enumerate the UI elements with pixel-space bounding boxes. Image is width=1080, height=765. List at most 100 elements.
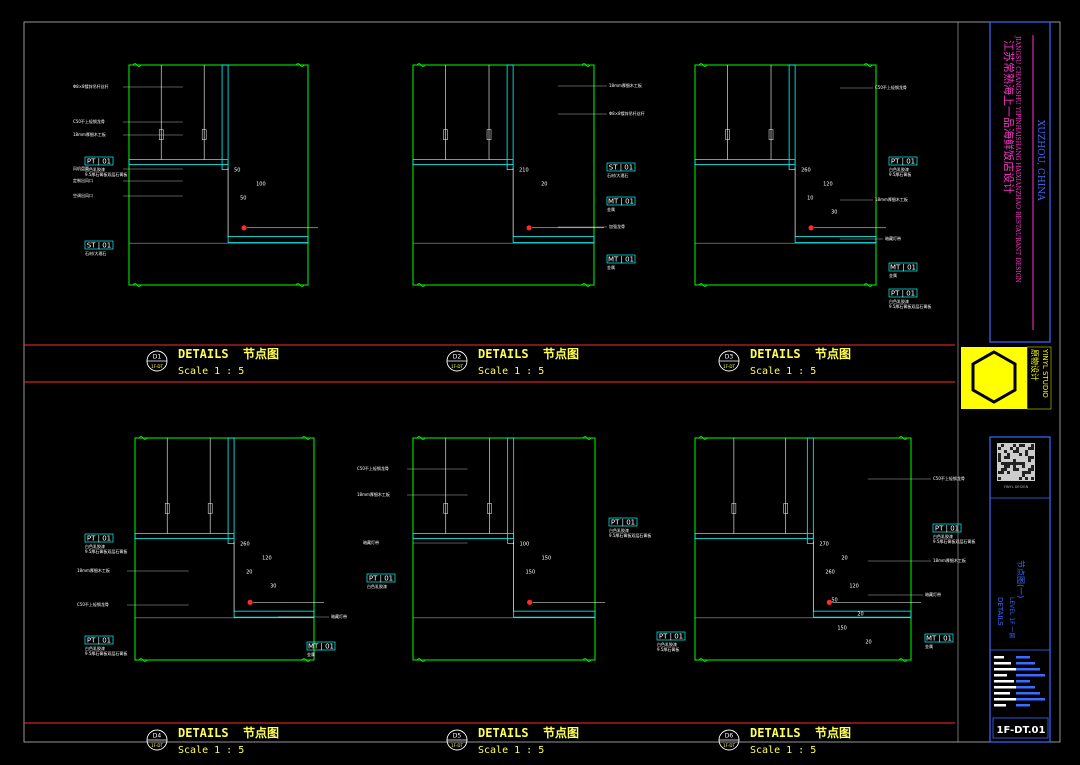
detail-title: DETAILS (178, 347, 229, 361)
material-tag: MT | 01金属 (606, 196, 636, 212)
dimension-label: 20 (246, 569, 252, 575)
svg-text:1F-DT: 1F-DT (723, 364, 735, 369)
qr-caption: YINYL DESIGN (1004, 485, 1029, 489)
svg-text:1F-DT: 1F-DT (451, 364, 463, 369)
detail-title-cn: 节点图 (243, 725, 279, 740)
material-tag: ST | 01石材/大理石 (84, 240, 114, 256)
detail-title: DETAILS (478, 726, 529, 740)
annotation-note: 18mm厚细木工板 (77, 567, 110, 573)
svg-text:D2: D2 (453, 354, 462, 361)
panel-frame (128, 64, 309, 286)
svg-text:PT | 01: PT | 01 (935, 524, 959, 532)
annotation-note: 18mm厚细木工板 (875, 196, 908, 202)
annotation-note: 加强龙骨 (609, 223, 625, 229)
dimension-label: 260 (825, 569, 835, 575)
svg-text:D5: D5 (453, 733, 462, 740)
light-strip-icon (247, 599, 253, 605)
material-tag: ST | 01石材/大理石 (606, 162, 636, 178)
annotation-note: 暗藏灯带 (885, 235, 901, 241)
dimension-label: 20 (857, 611, 863, 617)
dimension-label: 10 (807, 196, 813, 202)
dimension-label: 260 (240, 541, 250, 547)
light-strip-icon (527, 599, 533, 605)
material-tag: PT | 01白色乳胶漆9.5厚石膏板双层石膏板 (84, 533, 127, 554)
detail-title: DETAILS (478, 347, 529, 361)
detail-scale: Scale 1 : 5 (478, 366, 544, 377)
detail-caption-d2: D2 1F-DT DETAILS 节点图 Scale 1 : 5 (446, 346, 579, 377)
sheet-number: 1F-DT.01 (997, 725, 1046, 736)
material-tag: PT | 01白色乳胶漆9.5厚石膏板双层石膏板 (932, 523, 975, 544)
svg-text:ST | 01: ST | 01 (609, 163, 633, 171)
material-tag: PT | 01白色乳胶漆9.5厚石膏板 (888, 156, 918, 177)
detail-caption-d5: D5 1F-DT DETAILS 节点图 Scale 1 : 5 (446, 725, 579, 756)
dimension-label: 270 (819, 541, 829, 547)
detail-panel-d1: 50 100 50 Φ8×8镀锌吊杆丝杆 C50不上轻钢龙骨 18mm厚细木工板定制出风口… (73, 63, 318, 287)
detail-title: DETAILS (750, 726, 801, 740)
annotation-note: 18mm厚细木工板 (933, 557, 966, 563)
svg-text:1F-DT: 1F-DT (151, 743, 163, 748)
svg-text:PT | 01: PT | 01 (87, 534, 111, 542)
sheet-name-en: DETAILS (996, 597, 1004, 626)
dimension-label: 260 (801, 168, 811, 174)
detail-caption-d6: D6 1F-DT DETAILS 节点图 Scale 1 : 5 (718, 725, 851, 756)
detail-panel-d3: 260 120 10 30 C50不上轻钢龙骨 18mm厚细木工板暗藏灯带 PT | 01白… (694, 63, 931, 309)
detail-scale: Scale 1 : 5 (178, 745, 244, 756)
sheet-name-cn: 节点图(一) (1016, 560, 1025, 598)
light-strip-icon (526, 225, 532, 231)
svg-text:金属: 金属 (307, 651, 315, 657)
dimension-label: 150 (526, 569, 536, 575)
dimension-label: 120 (849, 583, 859, 589)
svg-text:1F-DT: 1F-DT (723, 743, 735, 748)
svg-text:9.5厚石膏板双层石膏板: 9.5厚石膏板双层石膏板 (889, 303, 931, 309)
detail-title-cn: 节点图 (543, 725, 579, 740)
svg-text:9.5厚石膏板双层石膏板: 9.5厚石膏板双层石膏板 (609, 532, 651, 538)
material-tag: MT | 01金属 (606, 254, 636, 270)
cad-drawing-sheet: 5010050Φ8×8镀锌吊杆丝杆C50不上轻钢龙骨18mm厚细木工板定制出风口… (23, 21, 1061, 756)
svg-text:MT | 01: MT | 01 (608, 255, 634, 263)
dimension-label: 100 (256, 182, 266, 188)
light-strip-icon (241, 225, 247, 231)
svg-text:金属: 金属 (889, 272, 897, 278)
annotation-note: 暗藏灯带 (925, 591, 941, 597)
material-tag: MT | 01金属 (306, 641, 336, 657)
svg-text:石材/大理石: 石材/大理石 (85, 250, 106, 256)
svg-text:9.5厚石膏板双层石膏板: 9.5厚石膏板双层石膏板 (933, 538, 975, 544)
panel-frame (412, 64, 595, 286)
material-tag: MT | 01金属 (888, 262, 918, 278)
svg-text:金属: 金属 (607, 206, 615, 212)
title-block: 江苏常熟海上一品海鲜饭店设计 JIANGSU CHANGSHU YIPINHAI… (961, 21, 1052, 743)
detail-panel-d5: 100150150C50不上轻钢龙骨18mm厚细木工板暗藏灯带PT | 01白色… (357, 436, 651, 662)
dimension-label: 50 (831, 597, 837, 603)
annotation-note: 暗藏灯带 (331, 613, 347, 619)
annotation-note: C50不上轻钢龙骨 (73, 118, 105, 124)
detail-panel-d6: 270 20 260 120 50 20 150 20 C50不上轻钢龙骨 18mm厚细木工板暗藏… (656, 436, 975, 662)
svg-text:金属: 金属 (925, 643, 933, 649)
svg-text:D4: D4 (153, 733, 162, 740)
annotation-note: 18mm厚细木工板 (357, 491, 390, 497)
detail-title-cn: 节点图 (543, 346, 579, 361)
annotation-note: C50不上轻钢龙骨 (77, 601, 109, 607)
panel-frame (694, 64, 877, 286)
svg-text:PT | 01: PT | 01 (891, 289, 915, 297)
svg-text:1F-DT: 1F-DT (151, 364, 163, 369)
annotation-note: Φ8×8镀锌吊杆丝杆 (609, 110, 645, 116)
studio-name-en: YINYL STUDIO (1041, 348, 1049, 398)
svg-text:ST | 01: ST | 01 (87, 241, 111, 249)
detail-caption-d3: D3 1F-DT DETAILS 节点图 Scale 1 : 5 (718, 346, 851, 377)
svg-text:金属: 金属 (607, 264, 615, 270)
light-strip-icon (808, 225, 814, 231)
detail-scale: Scale 1 : 5 (750, 366, 816, 377)
dimension-label: 30 (270, 583, 276, 589)
detail-title-cn: 节点图 (815, 346, 851, 361)
panel-frame (412, 437, 596, 661)
studio-name-cn: 原物设计 (1030, 349, 1040, 381)
detail-panel-d4: 260 120 20 30 18mm厚细木工板 C50不上轻钢龙骨暗藏灯带 PT | 01白… (77, 436, 347, 662)
dimension-label: 100 (520, 541, 530, 547)
svg-text:9.5厚石膏板: 9.5厚石膏板 (889, 171, 911, 177)
project-title-cn: 江苏常熟海上一品海鲜饭店设计 (1002, 40, 1016, 194)
dimension-label: 120 (823, 182, 833, 188)
annotation-note: 18mm厚细木工板 (609, 82, 642, 88)
dimension-label: 50 (234, 168, 240, 174)
svg-text:MT | 01: MT | 01 (890, 263, 916, 271)
svg-text:D3: D3 (725, 354, 734, 361)
